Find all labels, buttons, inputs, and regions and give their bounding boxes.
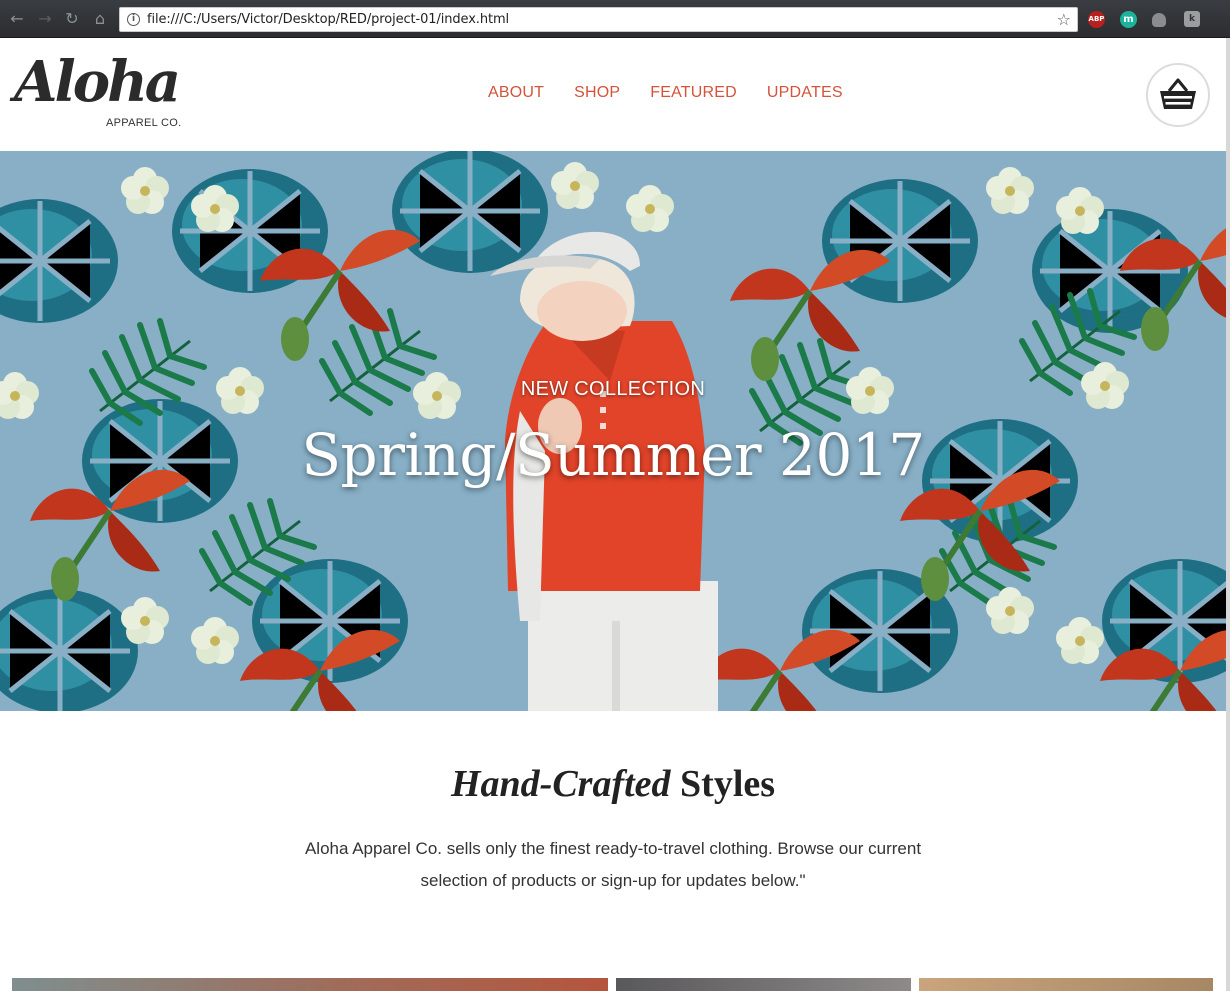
nav-updates[interactable]: UPDATES — [767, 84, 843, 102]
logo-script: Aloha — [14, 49, 181, 115]
hero-title: Spring/Summer 2017 — [301, 421, 925, 489]
product-tile[interactable] — [616, 978, 911, 991]
logo-subtitle: APPAREL CO. — [106, 117, 182, 129]
adblock-extension-icon[interactable]: ABP — [1088, 11, 1105, 28]
m-extension-icon[interactable]: m — [1120, 11, 1137, 28]
browser-toolbar: ← → ↻ ⌂ i file:///C:/Users/Victor/Deskto… — [0, 0, 1230, 38]
product-tile[interactable] — [12, 978, 608, 991]
info-icon[interactable]: i — [127, 13, 140, 26]
url-text[interactable]: file:///C:/Users/Victor/Desktop/RED/proj… — [147, 12, 509, 27]
address-bar[interactable]: i file:///C:/Users/Victor/Desktop/RED/pr… — [119, 7, 1078, 32]
intro-heading: Hand-Crafted Styles — [0, 762, 1226, 806]
scrollbar[interactable] — [1226, 38, 1230, 991]
hero-kicker: NEW COLLECTION — [520, 378, 706, 400]
bookmark-star-icon[interactable]: ☆ — [1057, 10, 1071, 29]
k-extension-icon[interactable]: k — [1184, 11, 1200, 27]
forward-arrow-icon[interactable]: → — [35, 9, 55, 29]
site-header: Aloha APPAREL CO. ABOUT SHOP FEATURED UPDAT… — [0, 38, 1226, 151]
basket-icon — [1160, 78, 1196, 109]
nav-shop[interactable]: SHOP — [574, 84, 620, 102]
product-tile[interactable] — [919, 978, 1213, 991]
home-icon[interactable]: ⌂ — [90, 9, 110, 29]
nav-about[interactable]: ABOUT — [488, 84, 544, 102]
hero-banner: NEW COLLECTION Spring/Summer 2017 — [0, 151, 1226, 711]
intro-heading-bold: Styles — [680, 763, 776, 805]
intro-heading-italic: Hand-Crafted — [450, 763, 671, 805]
microphone-extension-icon[interactable] — [1152, 13, 1166, 27]
intro-copy: Aloha Apparel Co. sells only the finest … — [304, 839, 922, 890]
back-arrow-icon[interactable]: ← — [7, 9, 27, 29]
cart-button[interactable] — [1146, 63, 1210, 127]
nav-featured[interactable]: FEATURED — [650, 84, 737, 102]
reload-icon[interactable]: ↻ — [62, 9, 82, 29]
